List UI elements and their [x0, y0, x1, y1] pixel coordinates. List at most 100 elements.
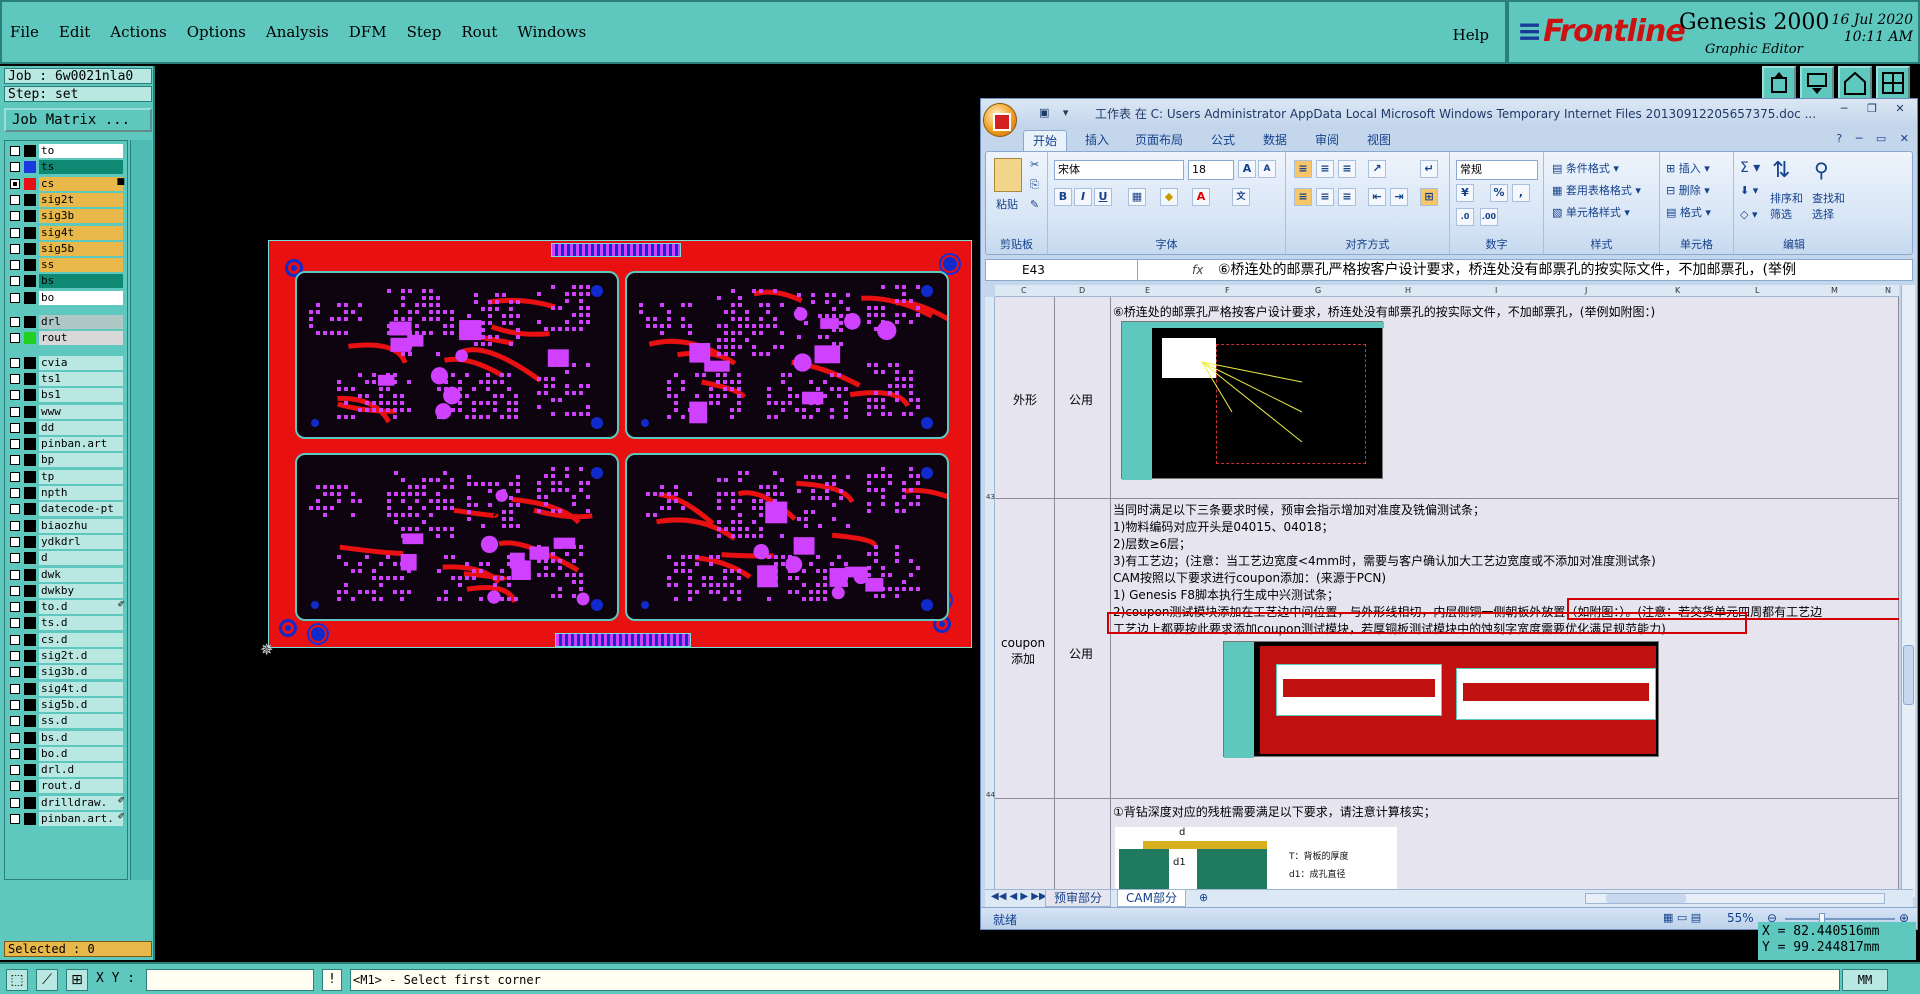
layer-scrollbar[interactable]: [130, 140, 152, 880]
layer-color-swatch[interactable]: [24, 813, 36, 825]
layer-name[interactable]: ts.d: [39, 616, 123, 631]
layer-row[interactable]: drilldraw. ✐: [8, 795, 126, 810]
menu-step[interactable]: Step: [407, 23, 442, 41]
ribbon-close-icon[interactable]: ✕: [1900, 132, 1909, 145]
cell-d43[interactable]: 公用: [1055, 297, 1111, 499]
layer-name[interactable]: drl: [39, 315, 123, 329]
layer-color-swatch[interactable]: [24, 617, 36, 630]
column-header[interactable]: H: [1405, 285, 1411, 297]
layer-row[interactable]: dwk: [8, 567, 126, 582]
column-header[interactable]: D: [1079, 285, 1085, 297]
layer-row[interactable]: tp: [8, 469, 126, 484]
layer-name[interactable]: datecode-pt: [39, 502, 123, 517]
layer-checkbox[interactable]: [10, 471, 20, 482]
layer-color-swatch[interactable]: [24, 275, 36, 288]
layer-name[interactable]: npth: [39, 486, 123, 500]
cell-e44[interactable]: 当同时满足以下三条要求时候，预审会指示增加对准度及铣偏测试条； 1)物料编码对应…: [1111, 499, 1899, 799]
sort-filter-icon[interactable]: ⇅: [1772, 158, 1790, 183]
layer-checkbox[interactable]: [10, 178, 20, 189]
decrease-indent-icon[interactable]: ⇤: [1368, 188, 1386, 206]
currency-icon[interactable]: ¥: [1456, 184, 1474, 202]
office-button[interactable]: [983, 103, 1017, 137]
layer-checkbox[interactable]: [10, 406, 20, 417]
layer-checkbox[interactable]: [10, 553, 20, 564]
column-header[interactable]: L: [1755, 285, 1759, 297]
layer-color-swatch[interactable]: [24, 405, 36, 418]
bold-icon[interactable]: B: [1054, 188, 1072, 206]
layer-color-swatch[interactable]: [24, 259, 36, 272]
cut-icon[interactable]: ✂: [1030, 158, 1039, 171]
merge-center-icon[interactable]: ⊞: [1420, 188, 1438, 206]
menu-rout[interactable]: Rout: [461, 23, 497, 41]
menu-windows[interactable]: Windows: [517, 23, 586, 41]
fill-color-icon[interactable]: ◆: [1160, 188, 1178, 206]
layer-color-swatch[interactable]: [24, 210, 36, 223]
cell-c44[interactable]: coupon 添加: [995, 499, 1055, 799]
layer-checkbox[interactable]: [10, 781, 20, 792]
tool-button-4[interactable]: [1876, 66, 1910, 100]
layer-checkbox[interactable]: [10, 651, 20, 661]
layer-row[interactable]: rout: [8, 331, 126, 346]
layer-checkbox[interactable]: [10, 504, 20, 515]
insert-cells-button[interactable]: ⊞ 插入 ▾: [1666, 160, 1710, 176]
layer-checkbox[interactable]: [10, 683, 20, 694]
tab-data[interactable]: 数据: [1253, 130, 1297, 151]
tool-button-1[interactable]: [1762, 66, 1796, 100]
tool-button-2[interactable]: [1800, 66, 1834, 100]
shrink-font-icon[interactable]: A: [1258, 160, 1276, 178]
layer-checkbox[interactable]: [10, 797, 20, 808]
tab-view[interactable]: 视图: [1357, 130, 1401, 151]
layer-color-swatch[interactable]: [24, 332, 36, 345]
layer-row[interactable]: cs.d: [8, 632, 126, 647]
layer-row[interactable]: bs1: [8, 388, 126, 403]
layer-checkbox[interactable]: [10, 390, 20, 401]
layer-checkbox[interactable]: [10, 536, 20, 547]
align-middle-icon[interactable]: ≡: [1316, 160, 1334, 178]
layer-name[interactable]: ts: [39, 160, 123, 175]
layer-row[interactable]: sig3b.d: [8, 665, 126, 680]
layer-name[interactable]: dwkby: [39, 583, 123, 598]
layer-color-swatch[interactable]: [24, 193, 36, 206]
layer-row[interactable]: sig2t.d: [8, 649, 126, 663]
tab-page-layout[interactable]: 页面布局: [1127, 130, 1191, 151]
font-name-select[interactable]: 宋体: [1054, 160, 1184, 180]
layer-color-swatch[interactable]: [24, 780, 36, 793]
close-button[interactable]: ✕: [1887, 101, 1913, 117]
layer-color-swatch[interactable]: [24, 316, 36, 328]
layer-name[interactable]: sig4t: [39, 225, 123, 240]
paste-button[interactable]: 粘贴: [996, 196, 1018, 212]
sheet-tab-review[interactable]: 预审部分: [1045, 890, 1112, 907]
tab-formulas[interactable]: 公式: [1201, 130, 1245, 151]
layer-color-swatch[interactable]: [24, 715, 36, 728]
layer-color-swatch[interactable]: [24, 764, 36, 777]
underline-icon[interactable]: U: [1094, 188, 1112, 206]
column-header[interactable]: E: [1145, 285, 1150, 297]
layer-checkbox[interactable]: [10, 211, 20, 222]
row-header-43[interactable]: 43: [986, 493, 995, 501]
layer-row[interactable]: datecode-pt: [8, 502, 126, 517]
tool-button-3[interactable]: [1838, 66, 1872, 100]
pcb-panel-view[interactable]: [268, 240, 972, 648]
layer-color-swatch[interactable]: [24, 356, 36, 369]
layer-color-swatch[interactable]: [24, 698, 36, 711]
format-cells-button[interactable]: ▤ 格式 ▾: [1666, 204, 1711, 220]
layer-name[interactable]: pinban.art.: [39, 812, 123, 826]
layer-color-swatch[interactable]: [24, 438, 36, 451]
cell-e43[interactable]: ⑥桥连处的邮票孔严格按客户设计要求，桥连处没有邮票孔的按实际文件，不加邮票孔，(…: [1111, 297, 1899, 499]
horizontal-scroll-thumb[interactable]: [1606, 894, 1686, 903]
font-color-icon[interactable]: A: [1192, 188, 1210, 206]
align-right-icon[interactable]: ≡: [1338, 188, 1356, 206]
find-select-button[interactable]: 查找和 选择: [1812, 190, 1845, 222]
zoom-window-icon[interactable]: ⬚: [6, 969, 28, 991]
paste-icon[interactable]: [994, 158, 1022, 192]
tab-review[interactable]: 审阅: [1305, 130, 1349, 151]
layer-checkbox[interactable]: [10, 602, 20, 613]
layer-color-swatch[interactable]: [24, 519, 36, 532]
layer-name[interactable]: ss: [39, 258, 123, 273]
layer-checkbox[interactable]: [10, 260, 20, 271]
layer-name[interactable]: ts1: [39, 371, 123, 386]
layer-row[interactable]: pinban.art. ✐: [8, 812, 126, 826]
column-header[interactable]: J: [1585, 285, 1587, 297]
clear-icon[interactable]: ◇ ▾: [1740, 208, 1757, 221]
wrap-text-icon[interactable]: ↵: [1420, 160, 1438, 178]
